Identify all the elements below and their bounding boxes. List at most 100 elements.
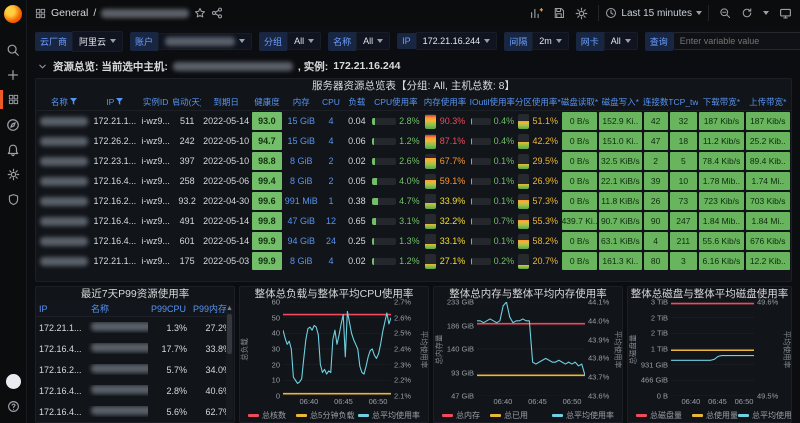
column-header[interactable]: 连接数 bbox=[643, 96, 669, 108]
scrollbar-thumb[interactable] bbox=[227, 314, 232, 354]
cell-disk-write: 32.5 KiB/s bbox=[599, 152, 642, 170]
sidebar-item-bell[interactable] bbox=[0, 137, 26, 162]
variable-value-input[interactable] bbox=[672, 32, 800, 50]
panel-title[interactable]: 服务器资源总览表【分组: All, 主机总数: 8】 bbox=[36, 79, 791, 94]
sidebar-item-help[interactable] bbox=[0, 394, 26, 419]
column-header-label: CPU bbox=[321, 97, 340, 107]
cell-memory-total: 8 GiB bbox=[290, 156, 313, 166]
legend-swatch bbox=[552, 413, 563, 417]
chart-plot[interactable]: 06:40 06:45 06:50 bbox=[477, 302, 585, 406]
column-header[interactable]: 到期日 bbox=[201, 96, 251, 108]
column-header[interactable]: 下载带宽* bbox=[698, 96, 744, 108]
column-header[interactable]: 上传带宽* bbox=[745, 96, 791, 108]
column-header[interactable]: 实例ID bbox=[138, 96, 173, 108]
legend-item[interactable]: 总平均使用率 bbox=[358, 410, 420, 421]
variable-select[interactable]: 172.21.16.244 bbox=[415, 32, 498, 50]
cell-upload-bandwidth: 703 Kib/s bbox=[745, 192, 790, 210]
sidebar-item-search[interactable] bbox=[0, 37, 26, 62]
row-header-overview[interactable]: 资源总览: 当前选中主机: , 实例: 172.21.16.244 bbox=[27, 56, 800, 76]
column-header[interactable]: 名称 bbox=[36, 96, 92, 108]
variable-select[interactable]: All bbox=[287, 32, 322, 50]
cell-cpu-usage: 1.2% bbox=[372, 131, 420, 151]
sidebar-item-apps[interactable] bbox=[0, 87, 26, 112]
column-header[interactable]: 分区使用率* bbox=[515, 96, 561, 108]
filter-icon[interactable] bbox=[116, 97, 124, 107]
column-header[interactable]: 内存使用率 bbox=[420, 96, 470, 108]
variable-select[interactable]: 阿里云 bbox=[72, 30, 124, 52]
chart-plot[interactable]: 06:40 06:45 06:50 bbox=[671, 302, 754, 406]
refresh-interval-caret-icon[interactable] bbox=[763, 11, 769, 15]
column-header[interactable]: 磁盘写入* bbox=[598, 96, 643, 108]
legend-item[interactable]: 总使用量 bbox=[692, 410, 738, 421]
add-panel-icon[interactable] bbox=[530, 7, 544, 20]
column-header[interactable]: IOutil使用率 bbox=[470, 96, 515, 108]
zoom-out-icon[interactable] bbox=[719, 7, 731, 19]
column-header-label: 名称 bbox=[50, 97, 68, 107]
legend-item[interactable]: 总平均使用率 bbox=[738, 410, 791, 421]
panel-title[interactable]: 最近7天P99资源使用率 bbox=[36, 287, 234, 301]
share-icon[interactable] bbox=[211, 7, 223, 19]
column-header[interactable]: 内存 bbox=[283, 96, 320, 108]
sidebar-item-compass[interactable] bbox=[0, 112, 26, 137]
dashboard-title-redacted[interactable] bbox=[101, 8, 190, 18]
kiosk-monitor-icon[interactable] bbox=[779, 7, 792, 20]
column-header[interactable]: CPU bbox=[320, 97, 342, 107]
cell-uptime-days: 93.2 bbox=[178, 196, 196, 206]
collapse-chevron-icon[interactable] bbox=[37, 61, 48, 72]
cell-io-util: 0.1% bbox=[470, 171, 515, 191]
sidebar-item-shield[interactable] bbox=[0, 187, 26, 212]
legend-item[interactable]: 总已用 bbox=[490, 410, 528, 421]
column-header[interactable]: 负载 bbox=[342, 96, 372, 108]
cell-uptime-days: 258 bbox=[179, 176, 195, 186]
filter-icon[interactable] bbox=[69, 97, 77, 107]
column-header[interactable]: 启动(天) bbox=[173, 96, 201, 108]
cell-partition-usage: 55.3% bbox=[515, 211, 561, 231]
star-icon[interactable] bbox=[194, 7, 206, 19]
sidebar-item-gear[interactable] bbox=[0, 162, 26, 187]
column-header[interactable]: 磁盘读取* bbox=[561, 96, 598, 108]
variable-select[interactable] bbox=[158, 32, 253, 50]
column-header[interactable]: 名称 bbox=[88, 302, 148, 315]
variable-select[interactable]: All bbox=[356, 32, 391, 50]
dashboard-settings-icon[interactable] bbox=[575, 7, 588, 20]
cell-load: 0.04 bbox=[348, 116, 366, 126]
save-dashboard-icon[interactable] bbox=[553, 7, 565, 19]
time-range-picker[interactable]: Last 15 minutes bbox=[598, 5, 709, 21]
selected-value: 2m bbox=[539, 36, 552, 46]
row-title-suffix: , 实例: bbox=[297, 60, 329, 73]
refresh-icon[interactable] bbox=[741, 7, 753, 19]
cell-health-score: 99.9 bbox=[252, 252, 282, 270]
sidebar-item-plus[interactable] bbox=[0, 62, 26, 87]
grafana-logo[interactable] bbox=[4, 5, 22, 23]
legend-item[interactable]: 总平均使用率 bbox=[552, 410, 614, 421]
legend-item[interactable]: 总5分钟负载 bbox=[296, 410, 354, 421]
column-header[interactable]: CPU使用率 bbox=[372, 96, 420, 108]
cell-cpu-usage: 4.0% bbox=[372, 171, 420, 191]
column-header[interactable]: TCP_tw bbox=[669, 97, 699, 107]
cell-p99-cpu: 1.3% bbox=[166, 322, 187, 333]
breadcrumb-section[interactable]: General bbox=[51, 7, 88, 19]
column-header-label: CPU使用率 bbox=[374, 97, 418, 107]
cell-p99-cpu: 17.7% bbox=[161, 343, 187, 354]
scroll-up-arrow-icon[interactable]: ▲ bbox=[226, 305, 233, 313]
cell-memory-total: 8 GiB bbox=[290, 176, 313, 186]
sidebar-item-avatar[interactable] bbox=[0, 369, 26, 394]
cell-name bbox=[88, 343, 148, 354]
column-header[interactable]: 健康度 bbox=[251, 96, 283, 108]
chart-plot[interactable]: 06:40 06:45 06:50 bbox=[283, 302, 391, 406]
legend-item[interactable]: 总内存 bbox=[442, 410, 480, 421]
column-header[interactable]: IP bbox=[36, 304, 88, 314]
variable-select[interactable]: All bbox=[603, 32, 638, 50]
panel-disk-chart: 整体总磁盘与整体平均磁盘使用率 总磁盘量 0 B 466 GiB 931 GiB 1 Ti… bbox=[627, 286, 792, 423]
legend-item[interactable]: 总核数 bbox=[248, 410, 286, 421]
legend-swatch bbox=[296, 413, 307, 417]
scrollbar[interactable]: ▲ bbox=[226, 305, 233, 420]
cell-disk-read: 0 B/s bbox=[561, 112, 598, 130]
column-header[interactable]: IP bbox=[92, 97, 138, 107]
cell-expire-date: 2022-05-06 bbox=[203, 176, 250, 186]
cell-upload-bandwidth: 89.4 Kib.. bbox=[745, 152, 790, 170]
column-header[interactable]: P99CPU bbox=[148, 304, 190, 314]
legend-item[interactable]: 总磁盘量 bbox=[636, 410, 682, 421]
cell-upload-bandwidth: 676 Kib/s bbox=[745, 232, 790, 250]
variable-select[interactable]: 2m bbox=[532, 32, 569, 50]
